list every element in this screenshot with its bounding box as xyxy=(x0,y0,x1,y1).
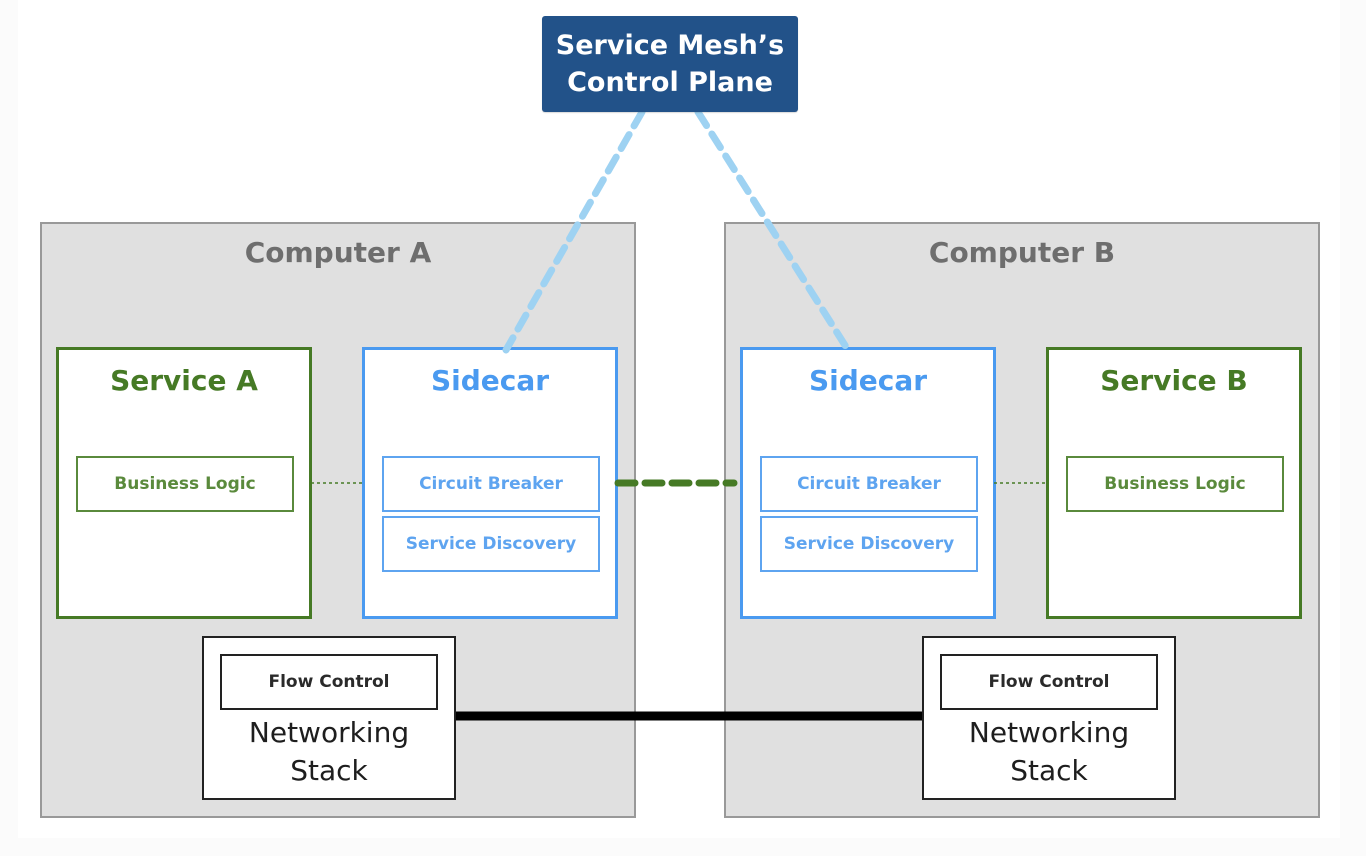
circuit-breaker-a: Circuit Breaker xyxy=(382,456,600,512)
business-logic-a: Business Logic xyxy=(76,456,294,512)
flow-control-a: Flow Control xyxy=(220,654,438,710)
flow-control-b: Flow Control xyxy=(940,654,1158,710)
service-b-title: Service B xyxy=(1100,364,1248,397)
networking-stack-b-line1: Networking xyxy=(968,716,1130,749)
sidecar-b-title: Sidecar xyxy=(808,364,928,397)
control-plane-line2: Control Plane xyxy=(567,67,773,98)
circuit-breaker-b: Circuit Breaker xyxy=(760,456,978,512)
networking-stack-a-line1: Networking xyxy=(248,716,410,749)
service-discovery-a: Service Discovery xyxy=(382,516,600,572)
service-discovery-b: Service Discovery xyxy=(760,516,978,572)
control-plane-line1: Service Mesh’s xyxy=(555,30,785,61)
business-logic-b: Business Logic xyxy=(1066,456,1284,512)
networking-stack-b-line2: Stack xyxy=(1010,754,1088,787)
networking-stack-a: Flow Control Networking Stack xyxy=(202,636,456,800)
control-plane-box: Service Mesh’s Control Plane xyxy=(542,16,798,112)
sidecar-a-title: Sidecar xyxy=(430,364,550,397)
networking-stack-a-line2: Stack xyxy=(290,754,368,787)
networking-stack-b-label: Networking Stack xyxy=(924,714,1174,790)
service-a-title: Service A xyxy=(110,364,258,397)
networking-stack-b: Flow Control Networking Stack xyxy=(922,636,1176,800)
computer-b-title: Computer B xyxy=(928,236,1116,269)
computer-a-title: Computer A xyxy=(244,236,432,269)
networking-stack-a-label: Networking Stack xyxy=(204,714,454,790)
